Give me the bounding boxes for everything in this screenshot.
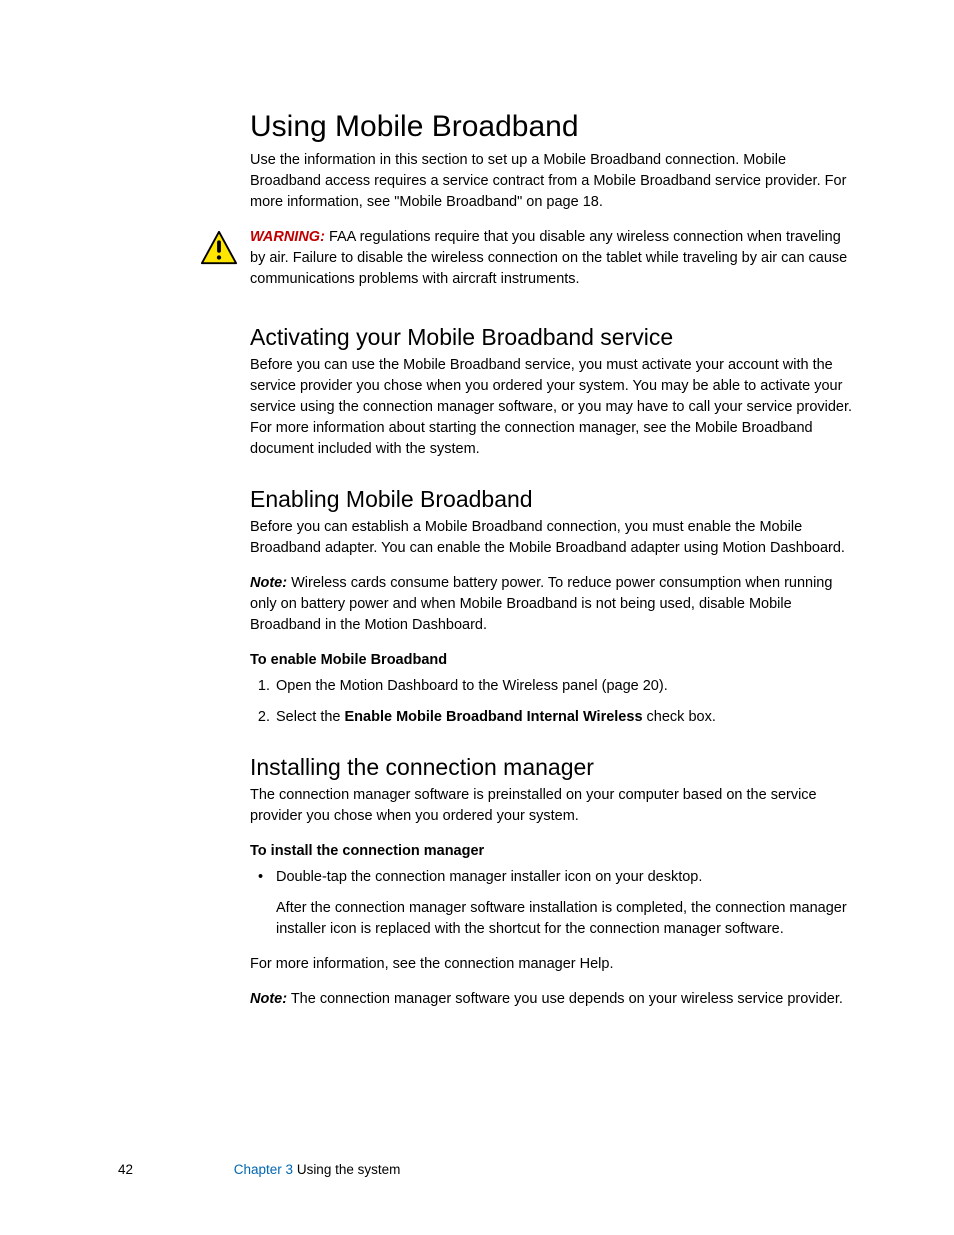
note-label: Note: — [250, 991, 287, 1007]
note-label: Note: — [250, 575, 287, 591]
section-para-installing: The connection manager software is prein… — [250, 785, 854, 827]
list-item: Select the Enable Mobile Broadband Inter… — [274, 707, 854, 728]
note-install: Note: The connection manager software yo… — [250, 989, 854, 1010]
procedure-heading-install: To install the connection manager — [250, 843, 854, 859]
chapter-title: Using the system — [293, 1162, 400, 1177]
intro-paragraph: Use the information in this section to s… — [250, 150, 854, 213]
step-text-a: Select the — [276, 709, 345, 725]
section-para-activating: Before you can use the Mobile Broadband … — [250, 355, 854, 460]
section-heading-activating: Activating your Mobile Broadband service — [250, 324, 854, 351]
step-text-bold: Enable Mobile Broadband Internal Wireles… — [345, 709, 643, 725]
warning-label: WARNING: — [250, 229, 325, 245]
page-number: 42 — [118, 1162, 230, 1177]
list-item: Open the Motion Dashboard to the Wireles… — [274, 676, 854, 697]
bullet-sub-para: After the connection manager software in… — [276, 898, 854, 940]
note-body: The connection manager software you use … — [287, 991, 843, 1007]
warning-block: WARNING: FAA regulations require that yo… — [250, 227, 854, 298]
note-enabling: Note: Wireless cards consume battery pow… — [250, 573, 854, 636]
section-para-enabling: Before you can establish a Mobile Broadb… — [250, 517, 854, 559]
more-info-para: For more information, see the connection… — [250, 954, 854, 975]
procedure-heading-enable: To enable Mobile Broadband — [250, 652, 854, 668]
bullet-text: Double-tap the connection manager instal… — [276, 869, 702, 885]
page-footer: 42 Chapter 3 Using the system — [118, 1162, 400, 1177]
list-item: Double-tap the connection manager instal… — [274, 867, 854, 940]
section-heading-enabling: Enabling Mobile Broadband — [250, 486, 854, 513]
document-page: Using Mobile Broadband Use the informati… — [0, 0, 954, 1235]
section-heading-installing: Installing the connection manager — [250, 754, 854, 781]
warning-icon — [200, 227, 250, 272]
step-text-c: check box. — [643, 709, 716, 725]
chapter-label: Chapter 3 — [234, 1162, 293, 1177]
page-title: Using Mobile Broadband — [250, 110, 854, 144]
procedure-list-enable: Open the Motion Dashboard to the Wireles… — [250, 676, 854, 728]
warning-body: FAA regulations require that you disable… — [250, 229, 847, 287]
note-body: Wireless cards consume battery power. To… — [250, 575, 832, 633]
procedure-list-install: Double-tap the connection manager instal… — [250, 867, 854, 940]
warning-text: WARNING: FAA regulations require that yo… — [250, 227, 854, 290]
